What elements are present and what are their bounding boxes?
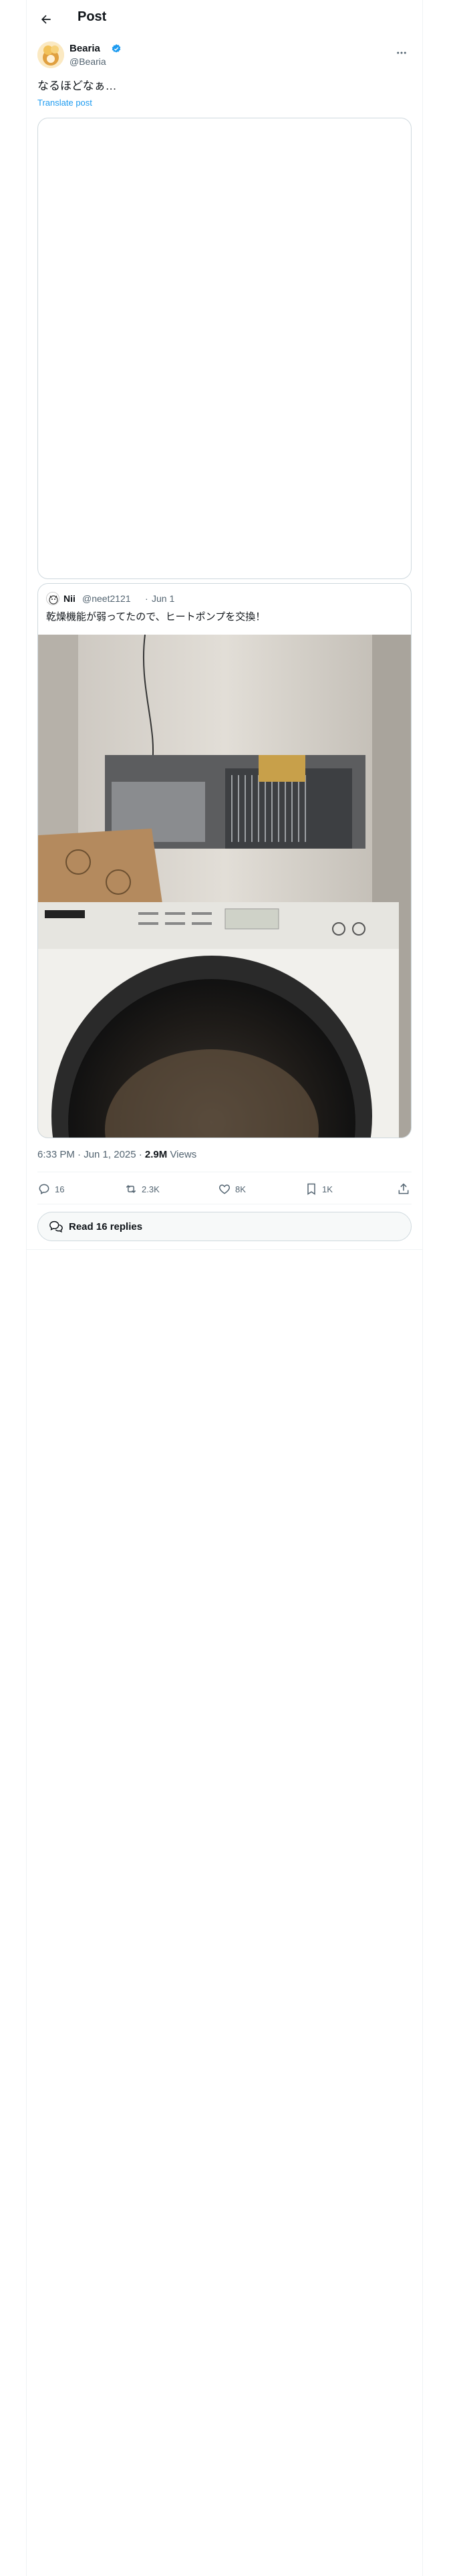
quote-header: Nii @neet2121 · Jun 1 [46, 592, 400, 605]
author-name[interactable]: Bearia [69, 43, 100, 54]
post-meta: 6:33 PM · Jun 1, 2025 · 2.9M Views [37, 1149, 196, 1160]
author-row: Bearia @Bearia [37, 41, 412, 71]
repost-button[interactable]: 2.3K [124, 1177, 160, 1201]
main-column: Post Bearia @Bearia なるほどなぁ… Translate po… [27, 0, 422, 2576]
read-replies-button[interactable]: Read 16 replies [37, 1212, 412, 1241]
like-button[interactable]: 8K [218, 1177, 246, 1201]
more-button[interactable] [392, 43, 412, 63]
post-timestamp[interactable]: 6:33 PM · Jun 1, 2025 · [37, 1149, 145, 1160]
quote-author-name: Nii [63, 593, 76, 604]
divider [27, 1249, 422, 1250]
share-icon [398, 1183, 409, 1194]
quote-avatar [46, 592, 59, 605]
action-bar: 16 2.3K 8K 1K [37, 1177, 412, 1201]
translate-link[interactable]: Translate post [37, 98, 92, 108]
verified-badge-icon [112, 44, 121, 53]
media-placeholder[interactable] [37, 118, 412, 579]
quote-text: 乾燥機能が弱ってたので、ヒートポンプを交換！ [46, 611, 266, 623]
speech-bubbles-icon [49, 1220, 63, 1233]
back-arrow-icon [41, 15, 51, 24]
avatar[interactable] [37, 41, 64, 68]
views-count: 2.9M [144, 1149, 168, 1160]
bookmark-count: 1K [322, 1184, 333, 1194]
share-button[interactable] [397, 1177, 410, 1201]
reply-count: 16 [55, 1184, 65, 1194]
views-label: Views [167, 1149, 197, 1160]
quote-author-handle: @neet2121 [82, 593, 131, 604]
quoted-post[interactable]: Nii @neet2121 · Jun 1 乾燥機能が弱ってたので、ヒートポンプ… [37, 583, 412, 1138]
quote-separator: · [145, 593, 148, 604]
page-title: Post [78, 9, 107, 24]
repost-count: 2.3K [142, 1184, 160, 1194]
more-icon [397, 51, 406, 54]
post-text: なるほどなぁ… [37, 80, 117, 92]
quote-image[interactable] [38, 634, 411, 1138]
top-bar: Post [27, 0, 422, 37]
like-icon [218, 1184, 231, 1194]
repost-icon [126, 1184, 136, 1194]
left-gutter [0, 0, 27, 2576]
reply-button[interactable]: 16 [37, 1177, 64, 1201]
back-button[interactable] [35, 8, 57, 31]
author-handle[interactable]: @Bearia [69, 56, 106, 67]
reply-icon [39, 1184, 49, 1195]
quote-date: Jun 1 [152, 593, 175, 604]
bookmark-button[interactable]: 1K [305, 1177, 333, 1201]
read-replies-label: Read 16 replies [69, 1220, 143, 1232]
right-gutter [422, 0, 451, 2576]
like-count: 8K [235, 1184, 246, 1194]
bookmark-icon [307, 1183, 315, 1195]
